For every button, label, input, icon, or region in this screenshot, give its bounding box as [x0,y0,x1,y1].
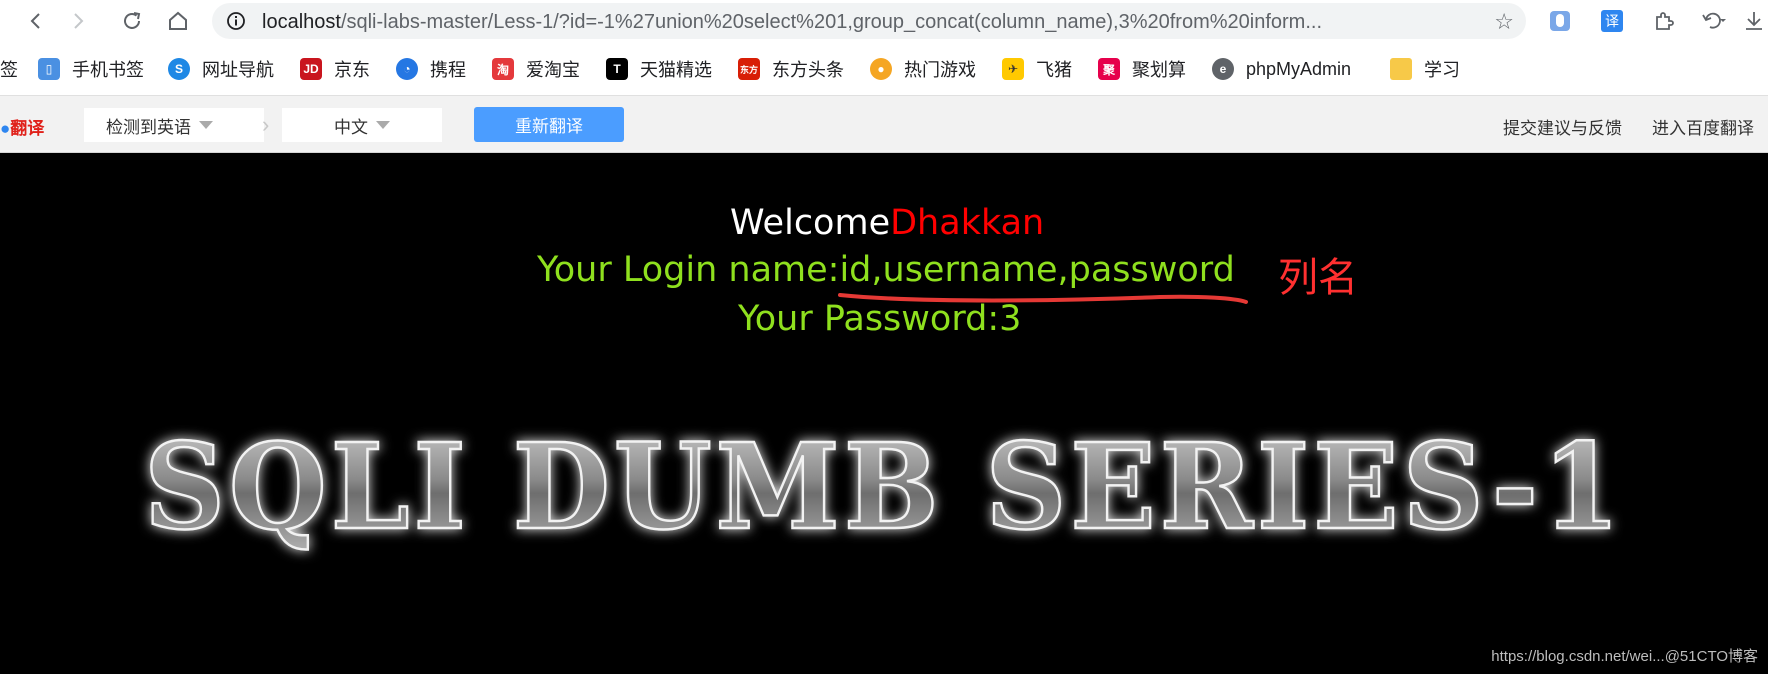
back-button[interactable] [22,7,50,35]
svg-text:译: 译 [1605,14,1619,30]
navigation-icon: S [168,58,190,80]
bookmark-mobile[interactable]: ▯ 手机书签 [38,56,144,82]
bookmark-label: 签 [0,60,18,80]
game-icon: ● [870,58,892,80]
open-baidu-translate-link[interactable]: 进入百度翻译 [1652,114,1754,139]
feedback-link[interactable]: 提交建议与反馈 [1503,114,1622,139]
bookmark-label: 携程 [430,60,466,80]
bookmark-juhuasuan[interactable]: 聚聚划算 [1098,56,1186,82]
home-button[interactable] [164,7,192,35]
bookmark-label: 聚划算 [1132,60,1186,80]
taobao-icon: 淘 [492,58,514,80]
password-label: Your Password: [738,299,1000,339]
bookmark-label: 手机书签 [72,60,144,80]
forward-icon [74,13,84,29]
bookmark-label: phpMyAdmin [1246,58,1352,79]
translate-logo: ●翻译 [0,119,45,138]
jd-icon: JD [300,58,322,80]
retranslate-button[interactable]: 重新翻译 [474,107,624,142]
bookmark-fliggy[interactable]: ✈ 飞猪 [1002,56,1072,82]
home-icon [169,11,187,30]
bookmark-games[interactable]: ● 热门游戏 [870,56,976,82]
chevron-down-icon [199,121,213,129]
bookmark-taobao[interactable]: 淘爱淘宝 [492,56,580,82]
folder-icon [1390,58,1412,80]
bookmark-label: 学习 [1424,60,1460,80]
password-line: Your Password:3 [738,299,1021,339]
tmall-icon: T [606,58,628,80]
bookmark-tmall[interactable]: T 天猫精选 [606,56,712,82]
chevron-right-icon: › [262,112,270,137]
juhuasuan-icon: 聚 [1098,58,1120,80]
bookmark-fragment[interactable]: 签 [0,56,18,82]
red-underline-annotation [838,293,1248,304]
chevron-down-icon [376,121,390,129]
undo-dropdown-icon[interactable] [1700,7,1728,35]
bookmark-label: 网址导航 [202,60,274,80]
translate-bar: ●翻译 检测到英语 › 中文 重新翻译 提交建议与反馈 进入百度翻译 [0,96,1768,153]
ctrip-icon: ◔ [396,58,418,80]
source-language-select[interactable]: 检测到英语 [84,108,264,142]
site-info-icon[interactable] [226,11,246,31]
toutiao-icon: 东方 [738,58,760,80]
phone-icon: ▯ [38,58,60,80]
bookmark-star-icon[interactable]: ☆ [1494,9,1514,35]
extension-mouse-icon[interactable] [1546,7,1574,35]
bookmark-navigation[interactable]: S 网址导航 [168,56,274,82]
bookmark-folder-study[interactable]: 学习 [1390,56,1460,82]
browser-toolbar: localhost/sqli-labs-master/Less-1/?id=-1… [0,0,1768,42]
column-name-annotation: 列名 [1278,255,1358,301]
back-icon [30,13,40,29]
address-bar[interactable]: localhost/sqli-labs-master/Less-1/?id=-1… [212,3,1526,39]
bookmarks-bar: 签 ▯ 手机书签 S 网址导航 JD 京东 ◔ 携程 淘爱淘宝 T 天猫精选 东方 东方头条… [0,42,1768,96]
bookmark-label: 飞猪 [1036,60,1072,80]
url-host: localhost [262,11,341,33]
bookmark-label: 东方头条 [772,60,844,80]
bookmark-toutiao[interactable]: 东方 东方头条 [738,56,844,82]
target-language-select[interactable]: 中文 [282,108,442,142]
download-icon[interactable] [1740,7,1768,35]
extensions-puzzle-icon[interactable] [1650,7,1678,35]
sqli-dumb-series-banner: SQLI DUMB SERIES-1 [143,416,1624,558]
reload-icon [124,12,141,29]
translate-extension-icon[interactable]: 译 [1598,7,1626,35]
password-value: 3 [999,299,1022,339]
fliggy-icon: ✈ [1002,58,1024,80]
bookmark-jd[interactable]: JD 京东 [300,56,370,82]
bookmark-label: 京东 [334,60,370,80]
bookmark-label: 热门游戏 [904,60,976,80]
url-path: /sqli-labs-master/Less-1/?id=-1%27union%… [340,11,1323,33]
forward-button[interactable] [64,7,92,35]
bookmark-phpmyadmin[interactable]: e phpMyAdmin [1212,56,1351,82]
source-language-label: 检测到英语 [106,117,191,137]
phpmyadmin-icon: e [1212,58,1234,80]
bookmark-ctrip[interactable]: ◔ 携程 [396,56,466,82]
page-content: WelcomeDhakkan Your Login name:id,userna… [0,153,1768,674]
banner-text: SQLI DUMB SERIES-1 [144,417,1624,556]
bookmark-label: 爱淘宝 [526,60,580,80]
target-language-label: 中文 [334,117,368,137]
url-text[interactable]: localhost/sqli-labs-master/Less-1/?id=-1… [262,11,1472,34]
reload-button[interactable] [118,7,146,35]
watermark: https://blog.csdn.net/wei...@51CTO博客 [1491,648,1758,665]
bookmark-label: 天猫精选 [640,60,712,80]
